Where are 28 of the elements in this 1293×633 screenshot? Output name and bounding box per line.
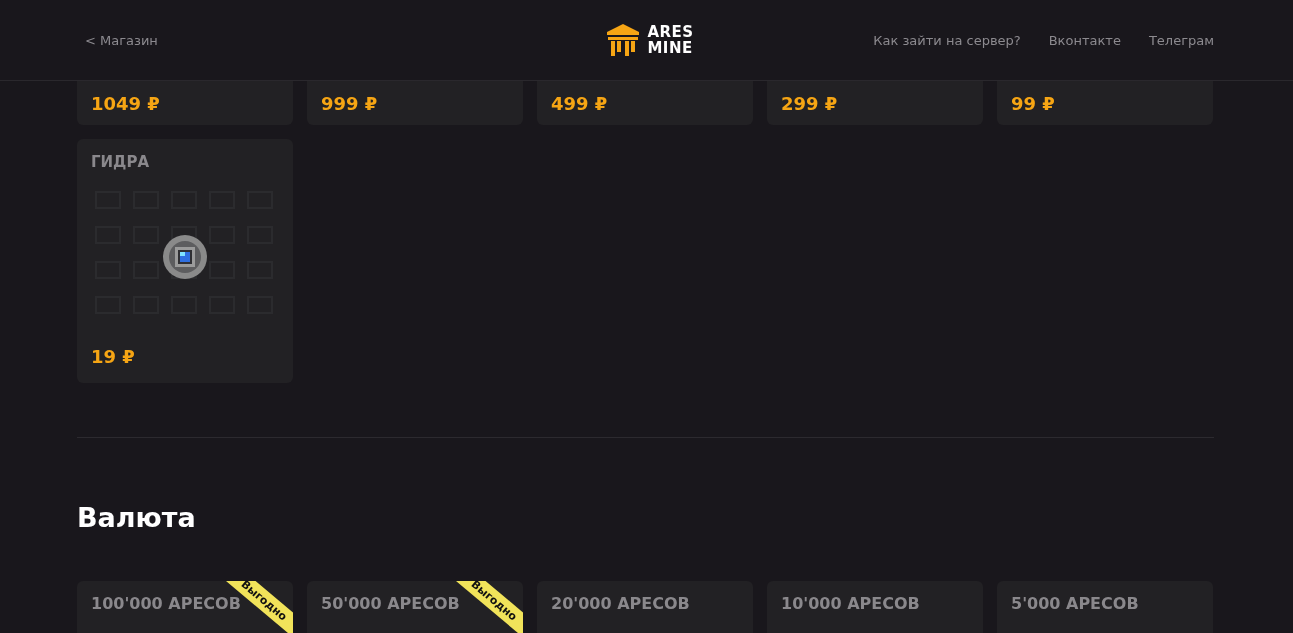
product-price: 1049 ₽ <box>91 92 161 114</box>
product-card[interactable]: 10'000 АРЕСОВ <box>767 581 983 633</box>
product-card[interactable]: 5'000 АРЕСОВ <box>997 581 1213 633</box>
nav-link[interactable]: Как зайти на сервер? <box>873 32 1021 48</box>
nav-link[interactable]: Телеграм <box>1148 32 1214 48</box>
product-card[interactable]: 20'000 АРЕСОВ <box>537 581 753 633</box>
gem-icon <box>161 233 209 281</box>
logo-text: ARES <box>647 24 694 40</box>
section-title: Валюта <box>77 502 197 533</box>
nav-link[interactable]: Вконтакте <box>1048 32 1121 48</box>
product-price: 299 ₽ <box>781 92 839 114</box>
product-card[interactable]: ГИДРА 19 ₽ <box>77 139 293 383</box>
product-price: 19 ₽ <box>91 346 136 367</box>
product-card[interactable]: 999 ₽ <box>307 81 523 125</box>
product-price: 499 ₽ <box>551 92 609 114</box>
product-name: 20'000 АРЕСОВ <box>551 594 691 613</box>
product-price: 999 ₽ <box>321 92 379 114</box>
product-card[interactable]: 99 ₽ <box>997 81 1213 125</box>
temple-icon <box>605 22 642 58</box>
product-name: ГИДРА <box>91 153 151 171</box>
product-card[interactable]: 499 ₽ <box>537 81 753 125</box>
product-name: 10'000 АРЕСОВ <box>781 594 921 613</box>
product-name: 5'000 АРЕСОВ <box>1011 594 1140 613</box>
product-card[interactable]: 1049 ₽ <box>77 81 293 125</box>
logo-text: MINE <box>647 40 694 56</box>
product-price: 99 ₽ <box>1011 92 1056 114</box>
product-card[interactable]: 299 ₽ <box>767 81 983 125</box>
back-link[interactable]: < Магазин <box>85 32 465 48</box>
